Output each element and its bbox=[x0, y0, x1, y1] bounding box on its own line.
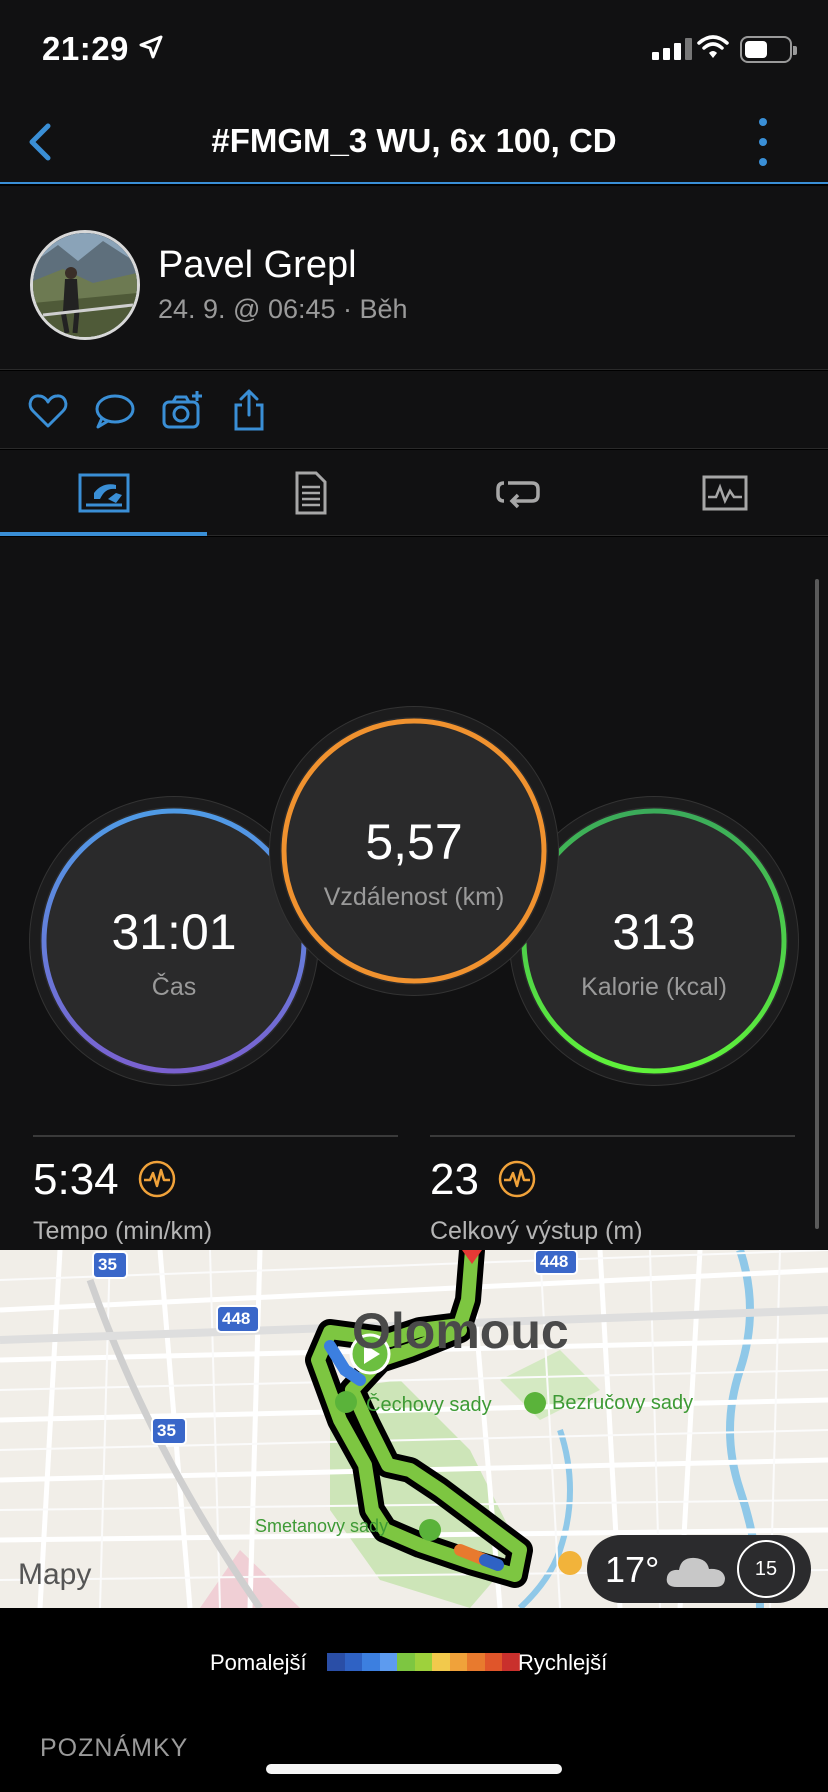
time-label: Čas bbox=[151, 973, 197, 1001]
scrollbar[interactable] bbox=[815, 579, 819, 1229]
legend-color-segment bbox=[467, 1653, 485, 1671]
legend-color-segment bbox=[502, 1653, 520, 1671]
calories-circle: 313 Kalorie (kcal) bbox=[520, 807, 788, 1075]
distance-circle: 5,57 Vzdálenost (km) bbox=[280, 717, 548, 985]
cloud-icon bbox=[666, 1557, 725, 1587]
map-place-label: Čechovy sady bbox=[366, 1394, 492, 1416]
laps-tab-icon bbox=[495, 481, 540, 509]
heart-icon[interactable] bbox=[26, 389, 70, 433]
legend-color-segment bbox=[449, 1653, 467, 1671]
calories-label: Kalorie (kcal) bbox=[581, 973, 727, 1001]
location-arrow-icon bbox=[139, 35, 163, 59]
legend-color-segment bbox=[484, 1653, 502, 1671]
comment-icon[interactable] bbox=[92, 389, 136, 433]
heart-rate-icon bbox=[138, 1160, 176, 1198]
tab-laps[interactable] bbox=[414, 450, 621, 536]
notes-title: POZNÁMKY bbox=[40, 1734, 189, 1762]
profile-header: Pavel Grepl 24. 9. @ 06:45 · Běh bbox=[0, 186, 828, 370]
map-place-label: Bezručovy sady bbox=[552, 1392, 694, 1414]
activity-title: #FMGM_3 WU, 6x 100, CD bbox=[211, 122, 617, 159]
ascent-label: Celkový výstup (m) bbox=[430, 1217, 643, 1245]
legend-slow-label: Pomalejší bbox=[210, 1650, 307, 1675]
legend-color-segment bbox=[414, 1653, 432, 1671]
road-badge-35: 35 bbox=[98, 1255, 117, 1274]
battery-icon bbox=[740, 36, 797, 63]
map-place-label: Smetanovy sady bbox=[255, 1516, 389, 1536]
legend-color-bar bbox=[327, 1653, 520, 1671]
legend-color-segment bbox=[327, 1653, 345, 1671]
road-badge-35: 35 bbox=[157, 1421, 176, 1440]
weather-pill[interactable]: 17° 15 bbox=[587, 1535, 811, 1603]
stats-panel: 31:01 Čas 313 Kalorie (kcal) 5,57 Vzdále… bbox=[0, 537, 828, 1250]
map-attribution-text: Mapy bbox=[18, 1558, 92, 1591]
tab-charts[interactable] bbox=[621, 450, 828, 536]
legend-color-segment bbox=[397, 1653, 415, 1671]
home-indicator[interactable] bbox=[266, 1764, 562, 1774]
notes-section: POZNÁMKY bbox=[0, 1718, 828, 1792]
air-quality-badge: 15 bbox=[737, 1540, 795, 1598]
ascent-value: 23 bbox=[430, 1155, 479, 1204]
wifi-icon bbox=[697, 35, 729, 58]
details-tab-icon bbox=[295, 471, 326, 515]
distance-label: Vzdálenost (km) bbox=[323, 883, 505, 911]
camera-icon[interactable] bbox=[160, 389, 204, 433]
tab-stats[interactable] bbox=[0, 450, 207, 536]
status-time: 21:29 bbox=[42, 30, 129, 67]
pace-label: Tempo (min/km) bbox=[33, 1217, 213, 1245]
map-city-label: Olomouc bbox=[352, 1303, 569, 1359]
pace-legend: Pomalejší Rychlejší bbox=[0, 1608, 828, 1718]
road-badge-448: 448 bbox=[222, 1309, 251, 1328]
calories-value: 313 bbox=[612, 904, 696, 960]
pace-value: 5:34 bbox=[33, 1155, 119, 1204]
road-badge-448: 448 bbox=[540, 1252, 569, 1271]
legend-fast-label: Rychlejší bbox=[518, 1650, 608, 1675]
more-options-icon[interactable] bbox=[756, 118, 770, 166]
heart-rate-icon bbox=[498, 1160, 536, 1198]
divider bbox=[33, 1135, 398, 1137]
athlete-name[interactable]: Pavel Grepl bbox=[158, 244, 357, 287]
legend-color-segment bbox=[344, 1653, 362, 1671]
legend-color-segment bbox=[379, 1653, 397, 1671]
weather-temp: 17° bbox=[605, 1549, 660, 1590]
tab-details[interactable] bbox=[207, 450, 414, 536]
time-circle: 31:01 Čas bbox=[40, 807, 308, 1075]
stats-tab-icon bbox=[78, 473, 129, 513]
share-icon[interactable] bbox=[228, 389, 272, 433]
time-value: 31:01 bbox=[111, 904, 237, 960]
divider bbox=[430, 1135, 795, 1137]
activity-date-type: 24. 9. @ 06:45 · Běh bbox=[158, 294, 408, 324]
avatar[interactable] bbox=[30, 230, 140, 340]
distance-value: 5,57 bbox=[365, 814, 463, 870]
tab-bar bbox=[0, 450, 828, 536]
active-tab-indicator bbox=[0, 532, 207, 536]
action-bar bbox=[0, 371, 828, 449]
cellular-signal-icon bbox=[652, 38, 692, 60]
charts-tab-icon bbox=[702, 475, 747, 511]
legend-color-segment bbox=[432, 1653, 450, 1671]
nav-bar: #FMGM_3 WU, 6x 100, CD bbox=[0, 100, 828, 184]
status-bar: 21:29 bbox=[0, 0, 828, 100]
legend-color-segment bbox=[362, 1653, 380, 1671]
map-attribution: Mapy bbox=[18, 1558, 91, 1592]
